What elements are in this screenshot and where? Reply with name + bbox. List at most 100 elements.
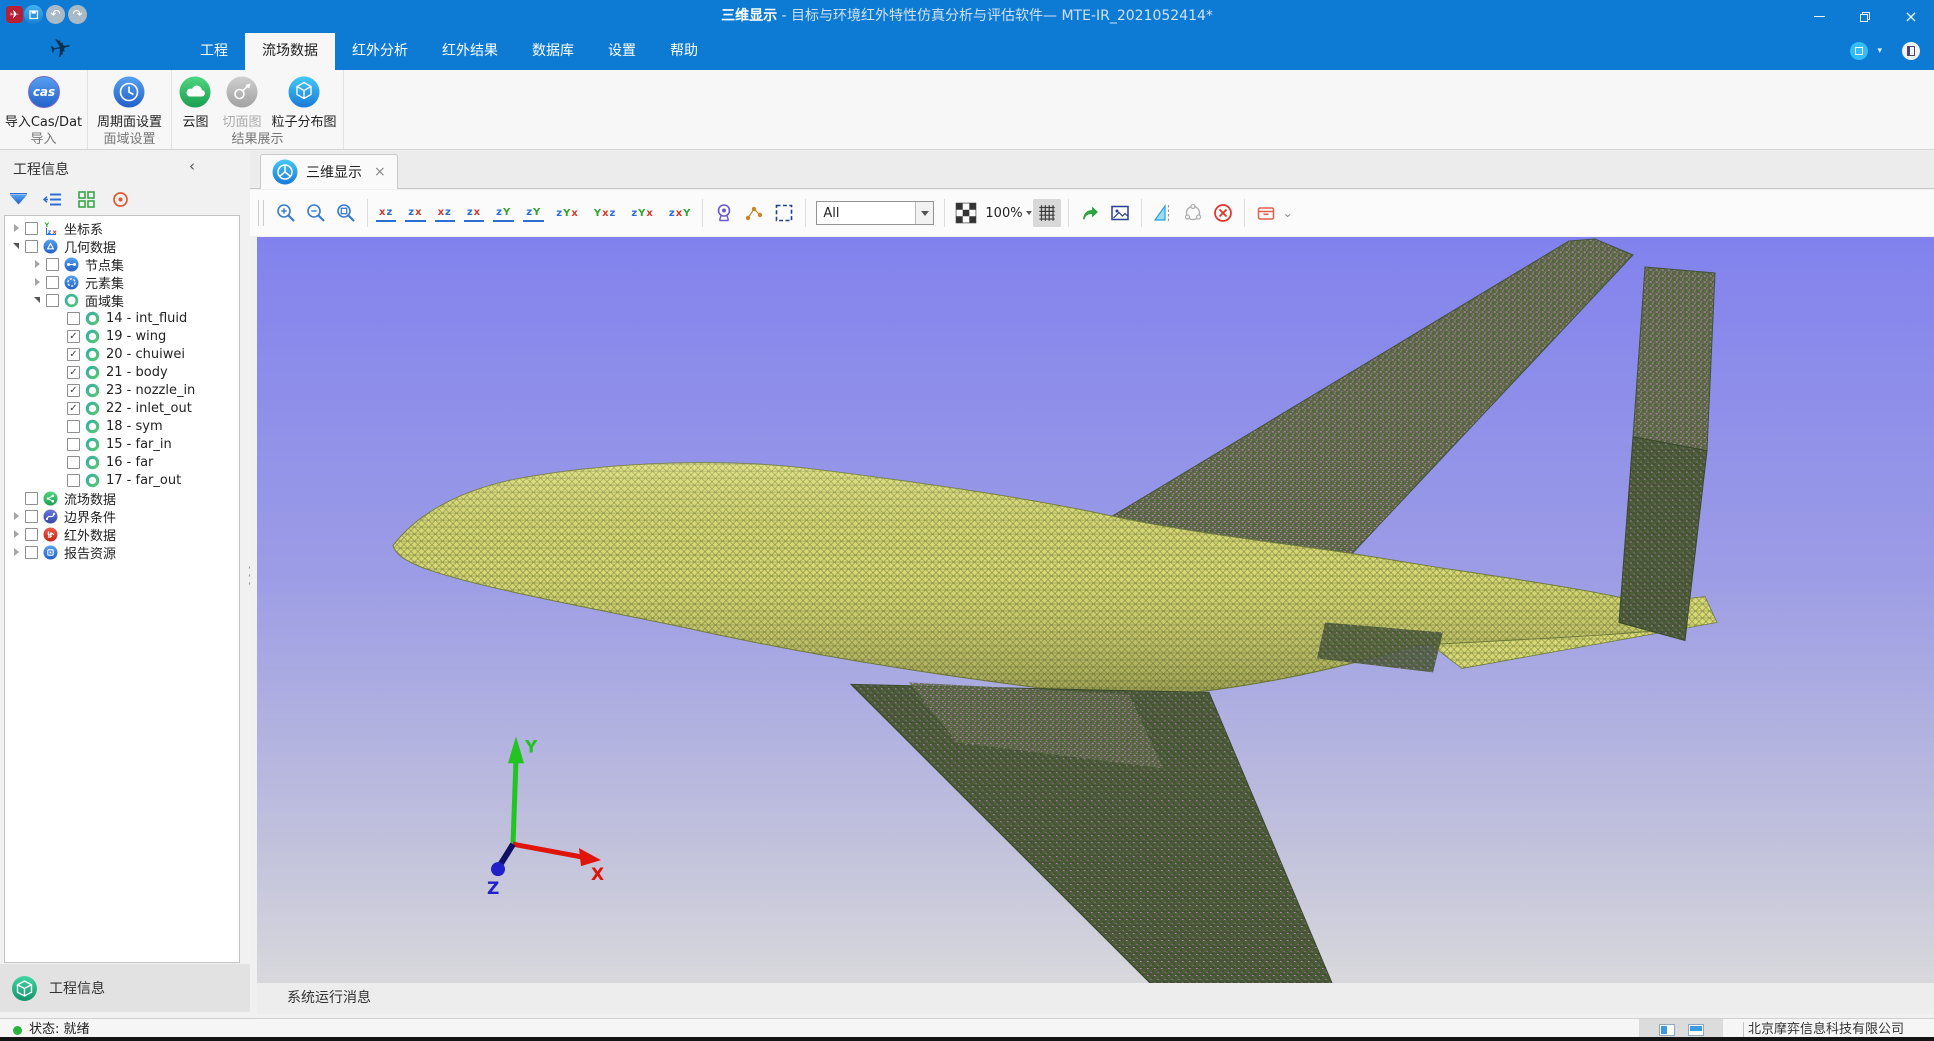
visibility-checkbox[interactable] [25, 546, 38, 559]
visibility-checkbox[interactable]: ✓ [67, 384, 80, 397]
zoom-out-button[interactable] [302, 199, 330, 227]
visibility-checkbox[interactable] [67, 312, 80, 325]
tree-item[interactable]: 14 - int_fluid [5, 309, 239, 327]
aircraft-mesh-model[interactable]: Y X Z [257, 237, 1934, 983]
visibility-checkbox[interactable] [46, 258, 59, 271]
periodic-surface-button[interactable]: 周期面设置 [92, 75, 167, 130]
tree-expand-arrow-icon[interactable] [9, 224, 23, 232]
section-view-button[interactable]: 切面图 [217, 75, 266, 130]
filter-icon[interactable] [9, 191, 28, 208]
tree-expand-arrow-icon[interactable] [9, 548, 23, 556]
transparency-icon[interactable] [952, 199, 980, 227]
probe-button[interactable] [710, 199, 738, 227]
grid-view-icon[interactable] [77, 191, 96, 208]
tree-item[interactable]: 红外数据 [5, 525, 239, 543]
display-filter-select[interactable]: All [816, 201, 934, 225]
tree-item[interactable]: ✓21 - body [5, 363, 239, 381]
view-orientation-button[interactable]: xz [376, 205, 396, 222]
save-button[interactable] [24, 5, 43, 24]
tree-expand-arrow-icon[interactable] [9, 530, 23, 538]
opacity-select[interactable]: 100% [985, 206, 1031, 221]
visibility-checkbox[interactable] [25, 528, 38, 541]
visibility-checkbox[interactable] [67, 474, 80, 487]
particle-trace-button[interactable] [740, 199, 768, 227]
visibility-checkbox[interactable] [25, 240, 38, 253]
view-orientation-button[interactable]: Yxz [591, 206, 620, 221]
tab-ir-analysis[interactable]: 红外分析 [335, 33, 425, 70]
view-orientation-button[interactable]: zx [464, 205, 484, 222]
tree-item[interactable]: 面域集 [5, 291, 239, 309]
zoom-in-button[interactable] [272, 199, 300, 227]
minimize-button[interactable] [1796, 0, 1842, 33]
view-orientation-button[interactable]: zYx [553, 206, 582, 221]
collapse-panel-button[interactable]: ‹ [189, 157, 195, 175]
visibility-checkbox[interactable] [25, 492, 38, 505]
tree-item[interactable]: 16 - far [5, 453, 239, 471]
redo-button[interactable]: ↷ [68, 5, 87, 24]
tree-item[interactable]: 18 - sym [5, 417, 239, 435]
visibility-checkbox[interactable]: ✓ [67, 348, 80, 361]
tree-item[interactable]: ✓19 - wing [5, 327, 239, 345]
tree-expand-arrow-icon[interactable] [30, 297, 44, 303]
tree-item[interactable]: 17 - far_out [5, 471, 239, 489]
style-dropdown-caret-icon[interactable]: ▾ [1877, 46, 1882, 56]
tree-expand-arrow-icon[interactable] [9, 243, 23, 249]
tree-item[interactable]: Yzx坐标系 [5, 219, 239, 237]
visibility-checkbox[interactable] [67, 438, 80, 451]
view-orientation-button[interactable]: xz [435, 205, 455, 222]
tree-item[interactable]: ✓20 - chuiwei [5, 345, 239, 363]
zoom-fit-button[interactable] [332, 199, 360, 227]
tab-flow-data[interactable]: 流场数据 [245, 33, 335, 70]
tree-item[interactable]: 边界条件 [5, 507, 239, 525]
locate-target-icon[interactable] [111, 191, 130, 208]
close-button[interactable]: × [1888, 0, 1934, 33]
help-book-button[interactable] [1902, 42, 1920, 60]
save-scene-button[interactable] [1252, 199, 1280, 227]
tree-item[interactable]: 15 - far_in [5, 435, 239, 453]
vertical-fin-upper-mesh[interactable] [1633, 267, 1715, 451]
particle-distribution-button[interactable]: 粒子分布图 [267, 75, 342, 130]
visibility-checkbox[interactable] [25, 510, 38, 523]
tree-expand-arrow-icon[interactable] [30, 278, 44, 286]
view-orientation-button[interactable]: zYx [628, 206, 657, 221]
visibility-checkbox[interactable] [46, 276, 59, 289]
visibility-checkbox[interactable] [67, 420, 80, 433]
tree-item[interactable]: 流场数据 [5, 489, 239, 507]
snapshot-button[interactable] [1106, 199, 1134, 227]
mesh-grid-toggle[interactable] [1033, 199, 1061, 227]
view-orientation-button[interactable]: zY [493, 205, 514, 222]
more-dropdown-icon[interactable]: ⌄ [1283, 206, 1293, 220]
panel-footer[interactable]: 工程信息 [0, 964, 250, 1012]
visibility-checkbox[interactable]: ✓ [67, 402, 80, 415]
tab-ir-results[interactable]: 红外结果 [425, 33, 515, 70]
clear-view-button[interactable] [1209, 199, 1237, 227]
tree-expand-arrow-icon[interactable] [30, 260, 44, 268]
toolbar-drag-handle[interactable] [258, 200, 264, 226]
view-orientation-button[interactable]: zxY [666, 206, 695, 221]
style-switch-button[interactable] [1850, 42, 1868, 60]
mirror-button[interactable] [1149, 199, 1177, 227]
tree-item[interactable]: 报告资源 [5, 543, 239, 561]
view-orientation-button[interactable]: zx [405, 205, 425, 222]
visibility-checkbox[interactable]: ✓ [67, 366, 80, 379]
collapse-all-icon[interactable] [43, 191, 62, 208]
tab-help[interactable]: 帮助 [653, 33, 715, 70]
tree-item[interactable]: 节点集 [5, 255, 239, 273]
visibility-checkbox[interactable]: ✓ [67, 330, 80, 343]
dropdown-button[interactable] [915, 202, 933, 224]
tab-settings[interactable]: 设置 [591, 33, 653, 70]
contour-cloud-button[interactable]: 云图 [173, 75, 217, 130]
smooth-shading-button[interactable] [1179, 199, 1207, 227]
visibility-checkbox[interactable] [46, 294, 59, 307]
import-cas-dat-button[interactable]: cas 导入Cas/Dat [0, 75, 87, 130]
tree-item[interactable]: ✓23 - nozzle_in [5, 381, 239, 399]
tree-expand-arrow-icon[interactable] [9, 512, 23, 520]
tree-item[interactable]: ✓22 - inlet_out [5, 399, 239, 417]
tab-database[interactable]: 数据库 [515, 33, 591, 70]
tree-item[interactable]: 几何数据 [5, 237, 239, 255]
toggle-left-panel-button[interactable] [1659, 1024, 1675, 1036]
box-select-button[interactable] [770, 199, 798, 227]
maximize-button[interactable] [1842, 0, 1888, 33]
toggle-message-panel-button[interactable] [1688, 1024, 1704, 1036]
undo-button[interactable]: ↶ [46, 5, 65, 24]
